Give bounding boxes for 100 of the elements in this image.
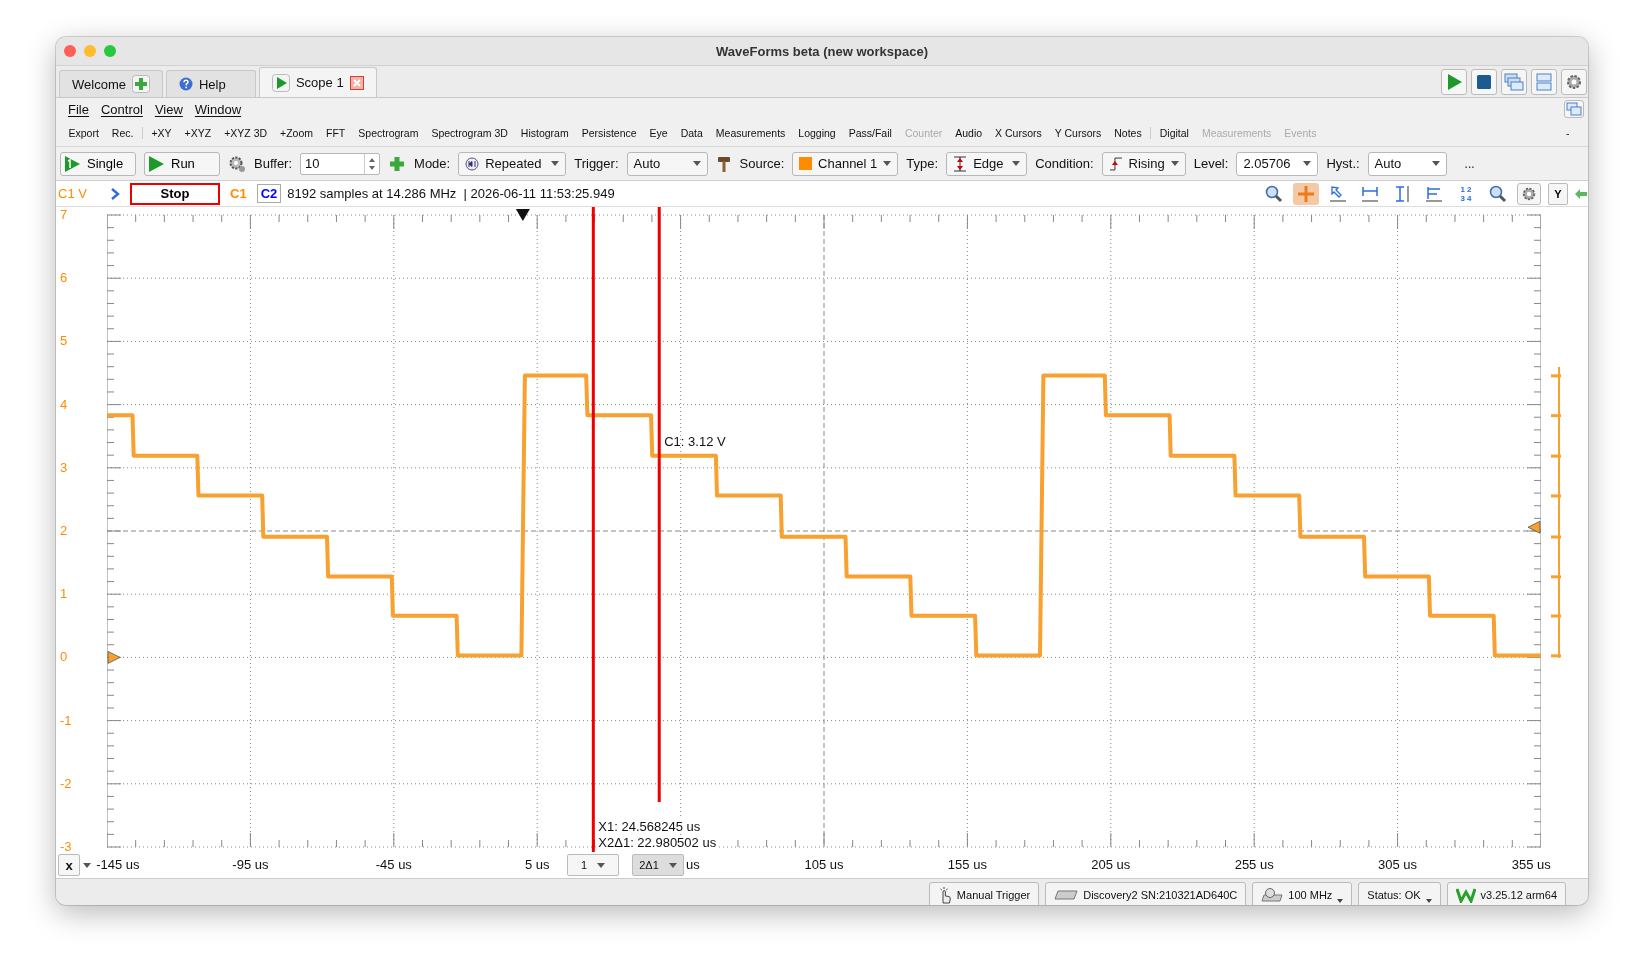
y-axis-label: 0 bbox=[60, 649, 68, 666]
x-axis-label: -145 us bbox=[96, 857, 140, 872]
run-button[interactable]: Run bbox=[144, 151, 220, 176]
chevron-right-icon[interactable] bbox=[110, 187, 120, 200]
instrument-button[interactable]: Spectrogram 3D bbox=[424, 127, 515, 139]
source-dropdown[interactable]: Channel 1 bbox=[792, 151, 899, 176]
instrument-button[interactable]: Histogram bbox=[514, 127, 576, 139]
y-axis-label: 5 bbox=[60, 333, 68, 350]
run-button[interactable] bbox=[1441, 68, 1467, 95]
stop-button[interactable] bbox=[1471, 68, 1497, 95]
collapse-button[interactable]: - bbox=[1559, 127, 1576, 139]
hand-pointer-icon bbox=[937, 886, 952, 904]
cursor-line[interactable] bbox=[657, 207, 661, 802]
clock-device-icon bbox=[1261, 887, 1284, 903]
instrument-button[interactable]: Notes bbox=[1107, 127, 1149, 139]
level-field[interactable]: 2.05706 bbox=[1236, 151, 1319, 176]
y-axis-button[interactable]: Y bbox=[1548, 182, 1568, 205]
channel-toggle[interactable]: C2 bbox=[256, 184, 282, 203]
close-window-button[interactable] bbox=[64, 45, 76, 57]
x-axis-label: 105 us bbox=[804, 857, 844, 872]
trigger-level-marker[interactable] bbox=[1527, 520, 1541, 534]
instrument-button[interactable]: +XY bbox=[144, 127, 179, 139]
instrument-button[interactable]: Spectrogram bbox=[351, 127, 425, 139]
tab[interactable]: Help bbox=[165, 70, 256, 97]
close-icon[interactable] bbox=[349, 75, 364, 90]
cursor-dropdown[interactable]: 1 bbox=[567, 854, 619, 876]
cursor-value-readout: C1: 3.12 V bbox=[664, 434, 727, 450]
hysteresis-dropdown[interactable]: Auto bbox=[1367, 151, 1447, 176]
condition-dropdown[interactable]: Rising bbox=[1101, 151, 1186, 176]
instrument-button[interactable]: Data bbox=[674, 127, 710, 139]
levels-icon bbox=[1425, 184, 1443, 203]
x-axis-label: 155 us bbox=[947, 857, 987, 872]
x-axis-label: 5 us bbox=[524, 857, 550, 872]
instrument-button[interactable]: Digital bbox=[1153, 127, 1196, 139]
settings-icon bbox=[1521, 185, 1537, 202]
buffer-label: Buffer: bbox=[254, 156, 293, 171]
cursor-readout: X2Δ1: 22.980502 us bbox=[598, 835, 719, 850]
instrument-button[interactable]: Measurements bbox=[709, 127, 792, 139]
status-bar-item[interactable]: Status: OK bbox=[1358, 882, 1441, 905]
trigger-position-marker[interactable] bbox=[515, 209, 530, 221]
edge-icon bbox=[953, 155, 968, 172]
window-title: WaveForms beta (new workspace) bbox=[716, 43, 928, 59]
tile-windows-button[interactable] bbox=[1531, 68, 1557, 95]
status-bar-item[interactable]: 100 MHz bbox=[1252, 882, 1353, 905]
delta-cursor-dropdown[interactable]: 2Δ1 bbox=[632, 854, 684, 876]
spinner-arrows-icon[interactable] bbox=[368, 156, 377, 171]
vertical-measure-icon bbox=[1393, 184, 1411, 203]
stacked-windows-icon bbox=[1504, 72, 1524, 91]
trigger-dropdown[interactable]: Auto bbox=[626, 151, 708, 176]
channel-offset-marker[interactable] bbox=[107, 651, 121, 664]
menu-item[interactable]: Control bbox=[100, 101, 143, 117]
menu-item[interactable]: View bbox=[154, 101, 183, 117]
tab[interactable]: Scope 1 bbox=[258, 67, 377, 97]
instrument-button[interactable]: FFT bbox=[319, 127, 352, 139]
instrument-button[interactable]: Rec. bbox=[105, 127, 140, 139]
status-bar-item[interactable]: Manual Trigger bbox=[928, 882, 1040, 905]
split-window-icon bbox=[1535, 72, 1553, 91]
tab[interactable]: Welcome bbox=[59, 70, 163, 97]
y-axis-label: 3 bbox=[60, 459, 68, 476]
horizontal-measure-icon bbox=[1361, 184, 1379, 203]
single-button[interactable]: Single bbox=[60, 151, 136, 176]
type-dropdown[interactable]: Edge bbox=[946, 151, 1028, 176]
menu-item[interactable]: File bbox=[68, 101, 89, 117]
instrument-button[interactable]: +XYZ bbox=[178, 127, 218, 139]
more-button[interactable]: ... bbox=[1464, 156, 1475, 171]
menu-item[interactable]: Window bbox=[194, 101, 242, 117]
instrument-button[interactable]: Eye bbox=[643, 127, 675, 139]
instrument-button[interactable]: Export bbox=[62, 127, 106, 139]
mode-dropdown[interactable]: Repeated bbox=[458, 151, 567, 176]
x-axis-label: -95 us bbox=[232, 857, 269, 872]
pointer-icon bbox=[1329, 184, 1347, 203]
help-icon bbox=[178, 77, 193, 91]
trigger-label: Trigger: bbox=[574, 156, 619, 171]
settings-button[interactable] bbox=[1561, 68, 1587, 95]
instrument-button[interactable]: Pass/Fail bbox=[842, 127, 899, 139]
hammer-icon[interactable] bbox=[715, 154, 732, 173]
cursor-line[interactable] bbox=[591, 207, 595, 852]
buffer-field[interactable]: 10 bbox=[300, 152, 381, 175]
crosshair-button[interactable] bbox=[1293, 182, 1319, 205]
stop-icon bbox=[1475, 72, 1493, 91]
instrument-button[interactable]: Y Cursors bbox=[1048, 127, 1108, 139]
numbers-button[interactable]: 1 2 3 4 bbox=[1453, 182, 1479, 205]
stop-button[interactable]: Stop bbox=[130, 182, 220, 205]
arrow-left-icon[interactable] bbox=[1574, 187, 1588, 200]
instrument-button[interactable]: Persistence bbox=[575, 127, 644, 139]
settings-button[interactable] bbox=[1517, 182, 1541, 205]
plus-icon[interactable] bbox=[131, 75, 150, 93]
instrument-button[interactable]: Logging bbox=[791, 127, 843, 139]
instrument-button[interactable]: Audio bbox=[948, 127, 989, 139]
instrument-button[interactable]: +Zoom bbox=[273, 127, 320, 139]
status-bar-item[interactable]: Discovery2 SN:210321AD640C bbox=[1045, 882, 1247, 905]
plus-icon[interactable] bbox=[388, 154, 407, 173]
settings-icon[interactable] bbox=[228, 154, 246, 173]
status-bar-item[interactable]: v3.25.12 arm64 bbox=[1446, 882, 1566, 905]
condition-label: Condition: bbox=[1035, 156, 1094, 171]
play-once-icon bbox=[63, 154, 81, 173]
instrument-button[interactable]: +XYZ 3D bbox=[217, 127, 274, 139]
instrument-button[interactable]: X Cursors bbox=[988, 127, 1049, 139]
windows-button[interactable] bbox=[1564, 100, 1584, 118]
zoom-window-button[interactable] bbox=[104, 45, 116, 57]
